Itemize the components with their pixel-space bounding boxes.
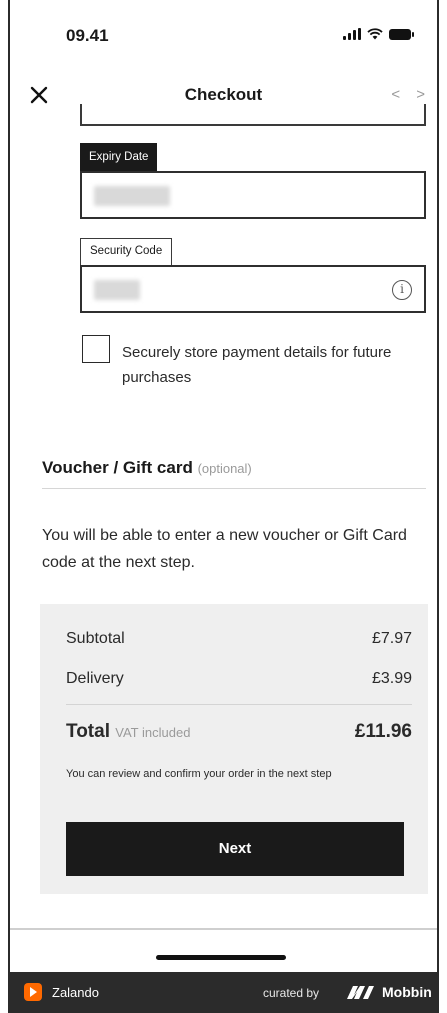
info-icon[interactable]: i [392, 280, 412, 300]
subtotal-row: Subtotal £7.97 [66, 630, 412, 648]
footer-mobbin: Mobbin [382, 984, 432, 1000]
status-time: 09.41 [66, 26, 109, 45]
nav-arrows[interactable]: < > [391, 86, 431, 103]
battery-icon [389, 28, 414, 40]
mobbin-logo-icon [346, 984, 376, 1000]
zalando-logo-icon [24, 983, 42, 1001]
footer-brand: Zalando [52, 985, 99, 1000]
total-label: Total [66, 721, 110, 742]
total-row: Total VAT included £11.96 [66, 721, 412, 743]
expiry-date-label: Expiry Date [80, 143, 158, 171]
total-value: £11.96 [354, 721, 412, 742]
attribution-footer: Zalando curated by Mobbin [8, 972, 439, 1013]
voucher-description: You will be able to enter a new voucher … [42, 527, 407, 571]
subtotal-label: Subtotal [66, 630, 125, 647]
expiry-date-value [94, 186, 170, 206]
review-note: You can review and confirm your order in… [66, 768, 332, 780]
store-details-checkbox[interactable] [82, 335, 110, 363]
signal-icon [343, 28, 361, 40]
delivery-label: Delivery [66, 670, 124, 687]
security-code-value [94, 280, 140, 300]
delivery-row: Delivery £3.99 [66, 670, 412, 688]
voucher-title: Voucher / Gift card (optional) [42, 458, 252, 478]
vat-note: VAT included [115, 725, 191, 740]
security-code-label: Security Code [80, 238, 173, 265]
store-details-label[interactable]: Securely store payment details for futur… [122, 340, 432, 390]
next-button[interactable]: Next [66, 822, 404, 876]
status-icons [343, 28, 414, 40]
order-summary: Subtotal £7.97 Delivery £3.99 Total VAT … [40, 604, 428, 894]
expiry-date-field[interactable] [80, 171, 426, 219]
voucher-title-text: Voucher / Gift card [42, 458, 193, 477]
subtotal-value: £7.97 [371, 630, 412, 647]
bottom-divider [10, 928, 437, 930]
status-bar: 09.41 [10, 0, 437, 72]
page-title: Checkout [184, 85, 263, 104]
security-code-field[interactable]: i [80, 265, 426, 313]
previous-field-edge [80, 104, 426, 126]
footer-curated-by: curated by [263, 986, 320, 1000]
voucher-divider [42, 488, 426, 489]
home-indicator[interactable] [156, 955, 286, 960]
phone-screen: 09.41 Checkout < > Expiry Date Security … [8, 0, 439, 972]
wifi-icon [367, 28, 383, 40]
delivery-value: £3.99 [371, 670, 412, 687]
voucher-optional-label: (optional) [197, 461, 252, 476]
total-label-group: Total VAT included [66, 721, 190, 743]
summary-divider [66, 704, 412, 705]
